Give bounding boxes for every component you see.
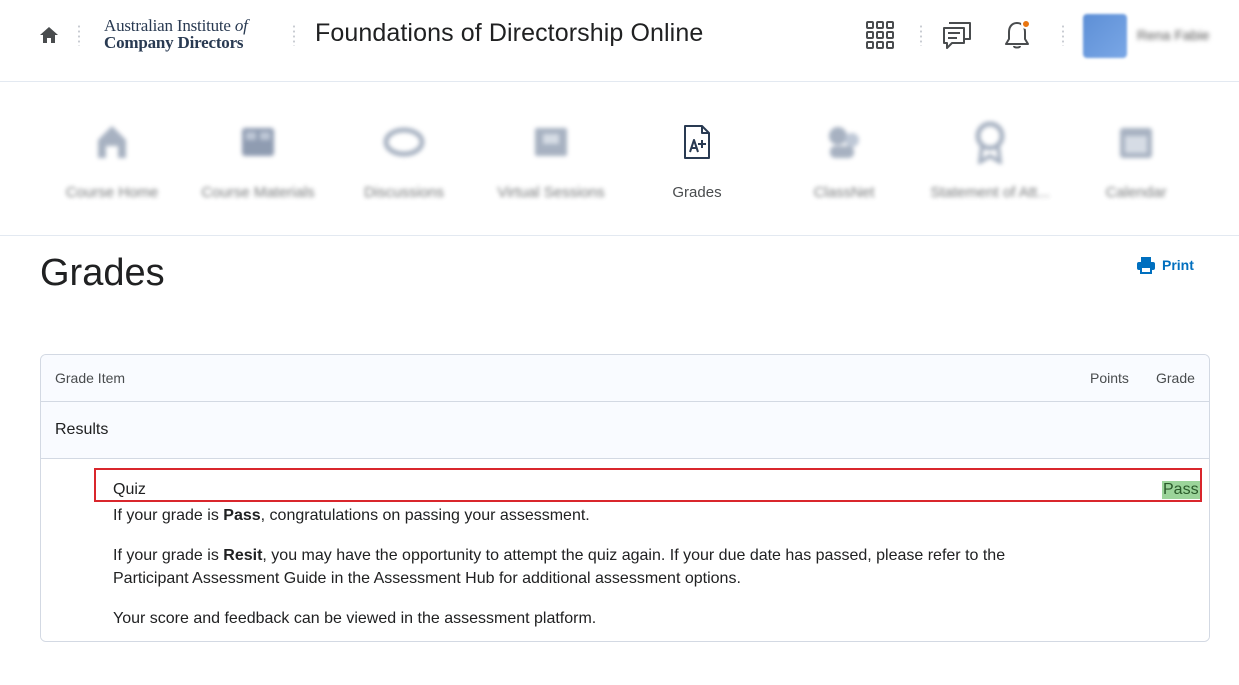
home-icon bbox=[40, 27, 58, 43]
nav-item-statement[interactable]: Statement of Att... bbox=[925, 121, 1055, 201]
header-divider bbox=[293, 24, 295, 46]
grade-item-name: Quiz bbox=[113, 481, 146, 498]
calendar-icon bbox=[1120, 128, 1152, 158]
people-icon bbox=[829, 127, 859, 158]
header-divider bbox=[920, 24, 922, 46]
app-launcher-button[interactable] bbox=[864, 19, 896, 51]
top-navbar: Australian Institute of Company Director… bbox=[0, 0, 1239, 82]
nav-item-label: Virtual Sessions bbox=[497, 184, 605, 201]
nav-item-discussions[interactable]: Discussions bbox=[339, 122, 469, 201]
book-icon bbox=[242, 128, 274, 156]
app-grid-icon bbox=[866, 21, 894, 49]
feedback-bold: Pass bbox=[223, 507, 261, 524]
feedback-paragraph: Your score and feedback can be viewed in… bbox=[113, 610, 597, 627]
print-label: Print bbox=[1162, 257, 1194, 273]
aicd-logo[interactable]: Australian Institute of Company Director… bbox=[104, 17, 248, 51]
table-header: Grade Item Points Grade bbox=[41, 355, 1209, 402]
nav-item-label: Discussions bbox=[363, 184, 445, 201]
column-header-grade: Grade bbox=[1156, 370, 1195, 386]
grade-file-icon bbox=[684, 125, 710, 159]
category-name: Results bbox=[55, 421, 109, 438]
nav-item-grades[interactable]: Grades bbox=[632, 122, 762, 201]
nav-item-label: Statement of Att... bbox=[930, 184, 1050, 201]
header-divider bbox=[1062, 24, 1064, 46]
page-title: Grades bbox=[40, 252, 165, 294]
nav-item-classnet[interactable]: ClassNet bbox=[779, 122, 909, 201]
notification-badge bbox=[1021, 19, 1031, 29]
nav-item-label: Course Home bbox=[65, 184, 159, 201]
feedback-paragraph: If your grade is Resit, you may have the… bbox=[113, 544, 1033, 590]
nav-item-course-materials[interactable]: Course Materials bbox=[193, 122, 323, 201]
feedback-bold: Resit bbox=[223, 547, 263, 564]
discussion-icon bbox=[383, 127, 425, 157]
nav-item-label: Grades bbox=[672, 184, 722, 201]
award-ribbon-icon bbox=[975, 121, 1005, 164]
column-header-grade-item: Grade Item bbox=[55, 370, 126, 386]
message-alert-icon bbox=[943, 22, 971, 49]
print-button[interactable]: Print bbox=[1136, 256, 1194, 274]
home-icon bbox=[98, 126, 126, 158]
avatar[interactable] bbox=[1083, 14, 1127, 58]
feedback-text: If your grade is bbox=[113, 547, 224, 564]
nav-item-course-home[interactable]: Course Home bbox=[47, 122, 177, 201]
home-button[interactable] bbox=[38, 24, 60, 46]
nav-item-virtual-sessions[interactable]: Virtual Sessions bbox=[486, 122, 616, 201]
nav-item-label: Calendar bbox=[1105, 184, 1167, 201]
feedback-paragraph: If your grade is Pass, congratulations o… bbox=[113, 504, 1033, 527]
annotation-highlight-box bbox=[94, 468, 1202, 502]
header-divider bbox=[78, 24, 80, 46]
nav-item-label: ClassNet bbox=[813, 184, 875, 201]
messages-button[interactable] bbox=[941, 19, 973, 51]
video-icon bbox=[535, 128, 567, 156]
grade-value: Pass bbox=[1162, 481, 1200, 499]
logo-text-line2: Company Directors bbox=[104, 33, 244, 52]
table-row: Quiz Pass If your grade is Pass, congrat… bbox=[41, 459, 1209, 641]
course-title[interactable]: Foundations of Directorship Online bbox=[315, 19, 703, 48]
notifications-button[interactable] bbox=[1001, 19, 1033, 51]
feedback-text: , congratulations on passing your assess… bbox=[260, 507, 590, 524]
course-navbar: Course Home Course Materials Discussions… bbox=[0, 82, 1239, 236]
nav-item-label: Course Materials bbox=[201, 184, 315, 201]
feedback-text: If your grade is bbox=[113, 507, 224, 524]
grades-table: Grade Item Points Grade Results Quiz Pas… bbox=[40, 354, 1210, 642]
category-row: Results bbox=[41, 402, 1209, 459]
user-name[interactable]: Rena Fabie bbox=[1137, 27, 1209, 43]
column-header-points: Points bbox=[1090, 370, 1129, 386]
nav-item-calendar[interactable]: Calendar bbox=[1071, 122, 1201, 201]
printer-icon bbox=[1137, 257, 1155, 274]
